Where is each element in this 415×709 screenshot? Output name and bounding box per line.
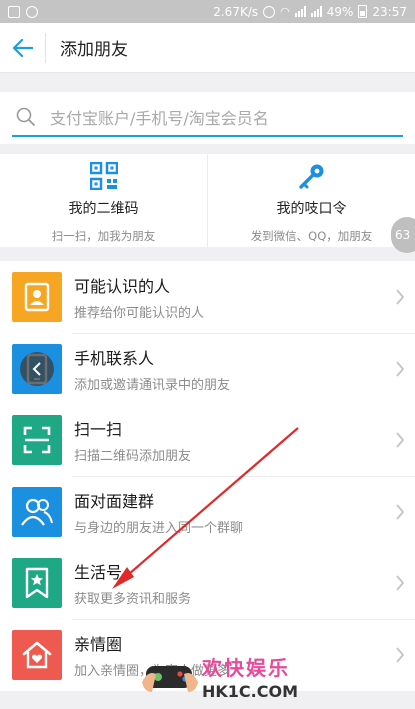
list-item-phone-contacts[interactable]: 手机联系人 添加或邀请通讯录中的朋友 <box>0 333 415 405</box>
image-notification-icon <box>8 5 20 18</box>
life-account-icon <box>12 558 62 608</box>
signal-icon <box>294 6 306 17</box>
chevron-right-icon <box>385 289 415 305</box>
card-title: 我的吱口令 <box>276 201 347 217</box>
list-item-subtitle: 与身边的朋友进入同一个群聊 <box>74 521 244 536</box>
arrow-left-icon <box>12 38 33 57</box>
clock-time: 23:57 <box>372 4 407 19</box>
group-icon <box>12 487 62 537</box>
list-item-scan[interactable]: 扫一扫 扫描二维码添加朋友 <box>0 404 415 476</box>
qrcode-icon <box>89 162 118 190</box>
search-icon <box>16 107 35 126</box>
key-icon <box>298 164 323 189</box>
my-password-card[interactable]: 我的吱口令 发到微信、QQ，加朋友 <box>207 154 415 247</box>
card-subtitle: 发到微信、QQ，加朋友 <box>250 229 373 243</box>
signal-icon-2 <box>310 6 322 17</box>
list-item-face-to-face-group[interactable]: 面对面建群 与身边的朋友进入同一个群聊 <box>0 476 415 548</box>
chevron-right-icon <box>385 432 415 448</box>
floating-badge[interactable]: 63 <box>391 217 415 253</box>
list-item-title: 扫一扫 <box>74 420 123 439</box>
list-item-title: 面对面建群 <box>74 492 155 511</box>
list-item-title: 可能认识的人 <box>74 277 171 296</box>
watermark-logo: 欢快娱乐 HK1C.COM <box>140 648 298 706</box>
list-item-title: 生活号 <box>74 563 123 582</box>
family-home-icon <box>12 630 62 680</box>
battery-percent: 49% <box>326 4 354 19</box>
list-item-subtitle: 扫描二维码添加朋友 <box>74 449 192 464</box>
status-bar: 2.67K/s ◠ 49% 23:57 <box>0 0 415 23</box>
watermark-text: 欢快娱乐 <box>202 656 290 680</box>
floating-back-button[interactable] <box>20 352 54 386</box>
chevron-right-icon <box>385 575 415 591</box>
watermark-domain: HK1C.COM <box>202 682 299 701</box>
title-bar: 添加朋友 <box>0 23 415 73</box>
chevron-right-icon <box>385 504 415 520</box>
quick-cards: 我的二维码 扫一扫，加我为朋友 我的吱口令 发到微信、QQ，加朋友 <box>0 154 415 247</box>
alarm-icon <box>263 5 276 18</box>
search-input[interactable]: 支付宝账户/手机号/淘宝会员名 <box>12 99 403 137</box>
list-section-contacts: 可能认识的人 推荐给你可能认识的人 手机联系人 添加或邀请通讯录中的朋友 <box>0 261 415 405</box>
chevron-right-icon <box>385 361 415 377</box>
list-section-scan: 扫一扫 扫描二维码添加朋友 面对面建群 与身边的朋友进入同一个群聊 <box>0 404 415 548</box>
chevron-right-icon <box>385 647 415 663</box>
list-item-subtitle: 添加或邀请通讯录中的朋友 <box>74 378 231 393</box>
card-title: 我的二维码 <box>68 201 139 217</box>
page-title: 添加朋友 <box>60 40 128 60</box>
list-item-life-account[interactable]: 生活号 获取更多资讯和服务 <box>0 547 415 619</box>
my-qrcode-card[interactable]: 我的二维码 扫一扫，加我为朋友 <box>0 154 207 247</box>
list-item-subtitle: 获取更多资讯和服务 <box>74 592 192 607</box>
card-subtitle: 扫一扫，加我为朋友 <box>51 229 156 243</box>
network-speed: 2.67K/s <box>213 4 259 19</box>
list-item-people-you-may-know[interactable]: 可能认识的人 推荐给你可能认识的人 <box>0 261 415 333</box>
scan-icon <box>12 415 62 465</box>
chevron-left-icon <box>32 362 41 376</box>
gamepad-hands-icon <box>142 666 198 692</box>
battery-icon <box>358 5 368 18</box>
message-notification-icon <box>26 5 38 18</box>
contact-book-icon <box>12 272 62 322</box>
list-item-title: 手机联系人 <box>74 349 155 368</box>
search-placeholder: 支付宝账户/手机号/淘宝会员名 <box>50 109 269 128</box>
wifi-icon: ◠ <box>280 5 290 18</box>
back-button[interactable] <box>0 32 46 63</box>
list-item-subtitle: 推荐给你可能认识的人 <box>74 306 205 321</box>
search-section: 支付宝账户/手机号/淘宝会员名 <box>0 92 415 144</box>
